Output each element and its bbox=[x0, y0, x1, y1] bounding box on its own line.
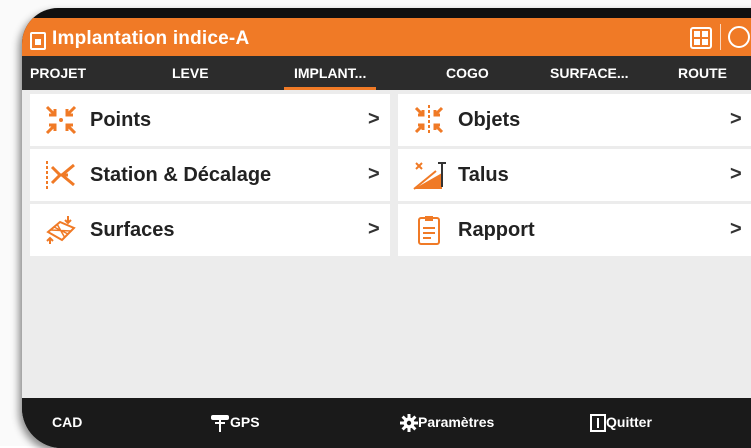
chevron-right-icon: > bbox=[368, 218, 380, 240]
chevron-right-icon: > bbox=[730, 163, 742, 185]
menu-item-label: Station & Décalage bbox=[90, 164, 272, 186]
chevron-right-icon: > bbox=[730, 108, 742, 130]
chevron-right-icon: > bbox=[368, 108, 380, 130]
settings-button[interactable]: Paramètres bbox=[400, 414, 495, 433]
menu-item-label: Points bbox=[90, 109, 152, 131]
station-offset-icon bbox=[46, 161, 75, 189]
menu-item-report[interactable]: Rapport > bbox=[398, 204, 751, 256]
tab-leve[interactable]: LEVE bbox=[172, 56, 209, 90]
tab-projet[interactable]: PROJET bbox=[30, 56, 86, 90]
points-icon bbox=[45, 105, 77, 135]
objects-icon bbox=[414, 105, 444, 135]
menu-item-label: Rapport bbox=[458, 219, 535, 241]
gear-icon bbox=[400, 414, 418, 433]
bottom-bar: CAD GPS Paramètres Quitter bbox=[22, 398, 751, 448]
report-icon bbox=[418, 216, 440, 245]
menu-item-surfaces[interactable]: Surfaces > bbox=[30, 204, 390, 256]
app-icon bbox=[30, 32, 46, 50]
tab-bar: PROJET LEVE IMPLANT... COGO SURFACE... R… bbox=[22, 56, 751, 90]
surfaces-icon bbox=[46, 216, 76, 244]
menu-item-label: Talus bbox=[458, 164, 509, 186]
page-frame: Implantation indice-A PROJET LEVE IMPLAN… bbox=[0, 0, 751, 448]
quit-label: Quitter bbox=[606, 414, 652, 430]
title-separator bbox=[720, 24, 721, 50]
menu-item-objects[interactable]: Objets > bbox=[398, 94, 751, 146]
menu-item-station-offset[interactable]: Station & Décalage > bbox=[30, 149, 390, 201]
quit-button[interactable]: Quitter bbox=[590, 414, 652, 433]
menu-item-label: Objets bbox=[458, 109, 521, 131]
screen: Implantation indice-A PROJET LEVE IMPLAN… bbox=[22, 8, 751, 448]
menu-item-label: Surfaces bbox=[90, 219, 175, 241]
gps-receiver-icon bbox=[211, 415, 229, 433]
menu-item-slope[interactable]: Talus > bbox=[398, 149, 751, 201]
chevron-right-icon: > bbox=[368, 163, 380, 185]
tab-implantation[interactable]: IMPLANT... bbox=[283, 56, 377, 90]
status-icon[interactable] bbox=[728, 26, 750, 48]
gps-button[interactable]: GPS bbox=[210, 414, 260, 433]
menu-area: Points > Station & Décalage > Surfaces >… bbox=[22, 90, 751, 400]
gps-label: GPS bbox=[230, 414, 260, 430]
chevron-right-icon: > bbox=[730, 218, 742, 240]
device-bezel: Implantation indice-A PROJET LEVE IMPLAN… bbox=[22, 8, 751, 448]
tab-surfaces[interactable]: SURFACE... bbox=[550, 56, 629, 90]
tab-route[interactable]: ROUTE bbox=[678, 56, 727, 90]
slope-icon bbox=[413, 162, 446, 190]
window-title: Implantation indice-A bbox=[52, 28, 250, 49]
settings-label: Paramètres bbox=[418, 414, 495, 430]
cad-button[interactable]: CAD bbox=[52, 414, 82, 430]
quit-icon bbox=[590, 414, 606, 433]
title-bar: Implantation indice-A bbox=[22, 18, 751, 56]
menu-item-points[interactable]: Points > bbox=[30, 94, 390, 146]
tab-cogo[interactable]: COGO bbox=[446, 56, 489, 90]
grid-view-icon[interactable] bbox=[690, 27, 712, 49]
